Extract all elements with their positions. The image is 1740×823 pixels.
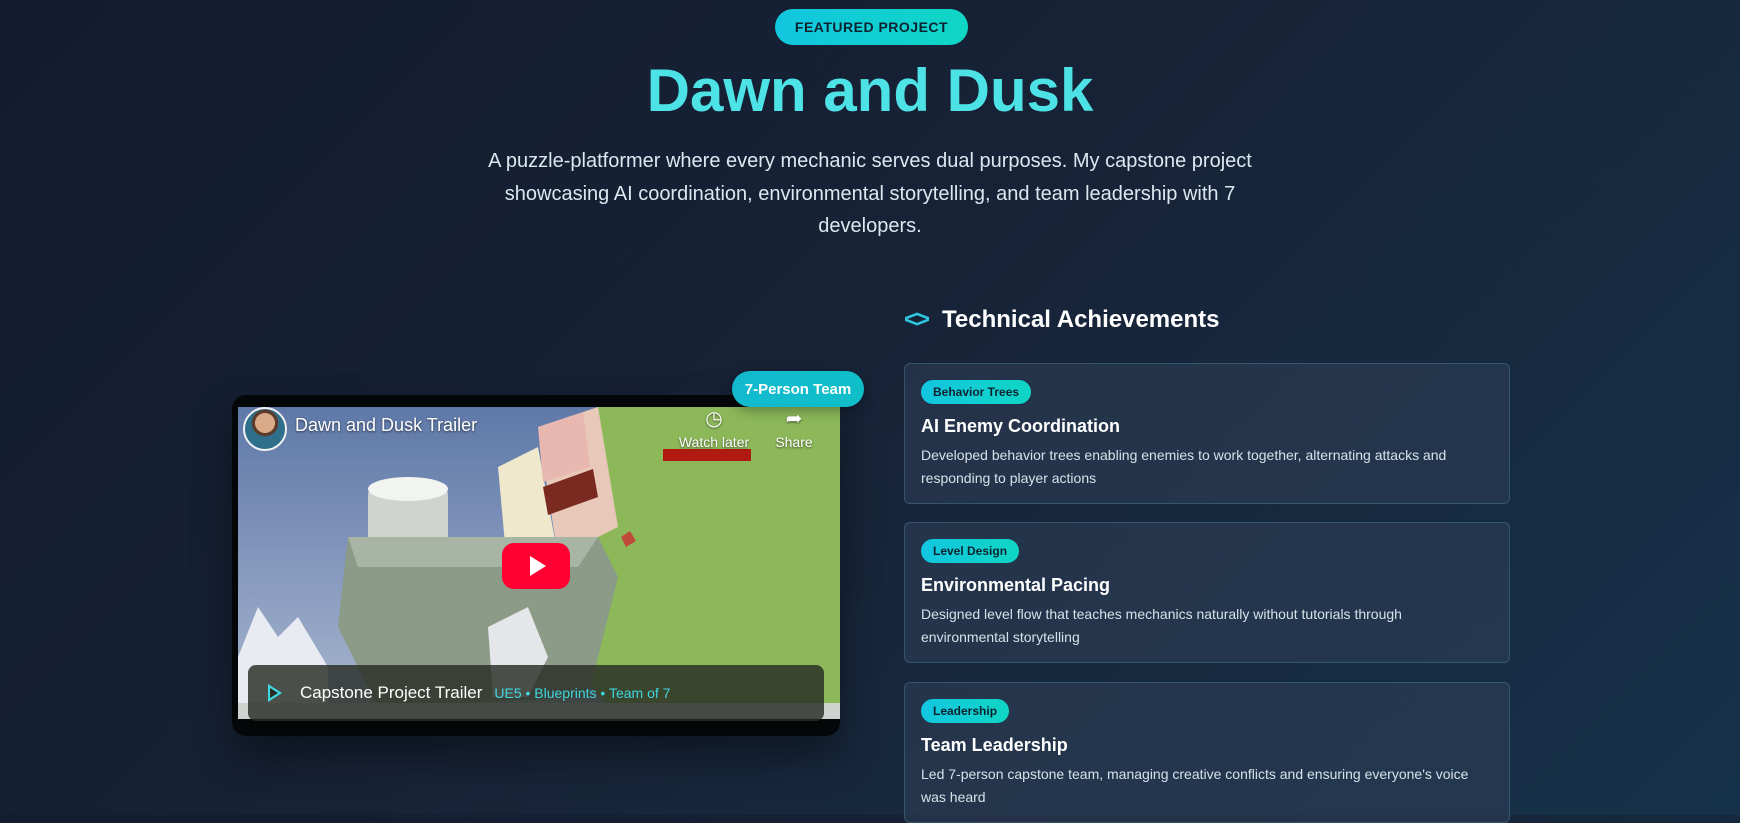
achievement-title: AI Enemy Coordination [921,416,1121,436]
code-brackets-icon: <> [904,306,930,333]
achievement-text: Led 7-person capstone team, managing cre… [921,766,1469,805]
caption-meta: UE5 • Blueprints • Team of 7 [494,685,671,701]
featured-project-badge: FEATURED PROJECT [775,9,968,45]
video-title[interactable]: Dawn and Dusk Trailer [295,415,477,436]
achievements-heading: Technical Achievements [942,306,1220,333]
avatar[interactable] [243,407,287,451]
play-button[interactable] [502,543,570,589]
achievements-header: <> Technical Achievements [904,306,1219,334]
video-caption-bar: Capstone Project Trailer UE5 • Blueprint… [248,665,824,721]
achievement-tag: Level Design [921,539,1020,563]
caption-title: Capstone Project Trailer [300,683,483,702]
project-description: A puzzle-platformer where every mechanic… [488,150,1252,237]
achievement-title: Team Leadership [921,735,1068,755]
achievement-card: Leadership Team Leadership Led 7-person … [904,682,1510,823]
watch-later-label: Watch later [678,434,750,450]
achievement-title: Environmental Pacing [921,575,1111,595]
share-label: Share [775,434,813,450]
clock-icon: ◷ [705,408,723,430]
share-button[interactable]: ➦ Share [754,408,834,450]
play-outline-icon [268,684,282,702]
watch-later-button[interactable]: ◷ Watch later [674,408,754,450]
share-icon: ➦ [785,408,803,430]
achievement-text: Developed behavior trees enabling enemie… [921,447,1447,486]
achievement-card: Behavior Trees AI Enemy Coordination Dev… [904,363,1510,504]
achievement-tag: Behavior Trees [921,380,1032,404]
achievement-text: Designed level flow that teaches mechani… [921,606,1402,645]
achievement-tag: Leadership [921,699,1010,723]
play-icon [530,556,546,576]
achievement-card: Level Design Environmental Pacing Design… [904,522,1510,663]
page-title: Dawn and Dusk [646,57,1094,124]
team-size-badge: 7-Person Team [732,371,864,407]
